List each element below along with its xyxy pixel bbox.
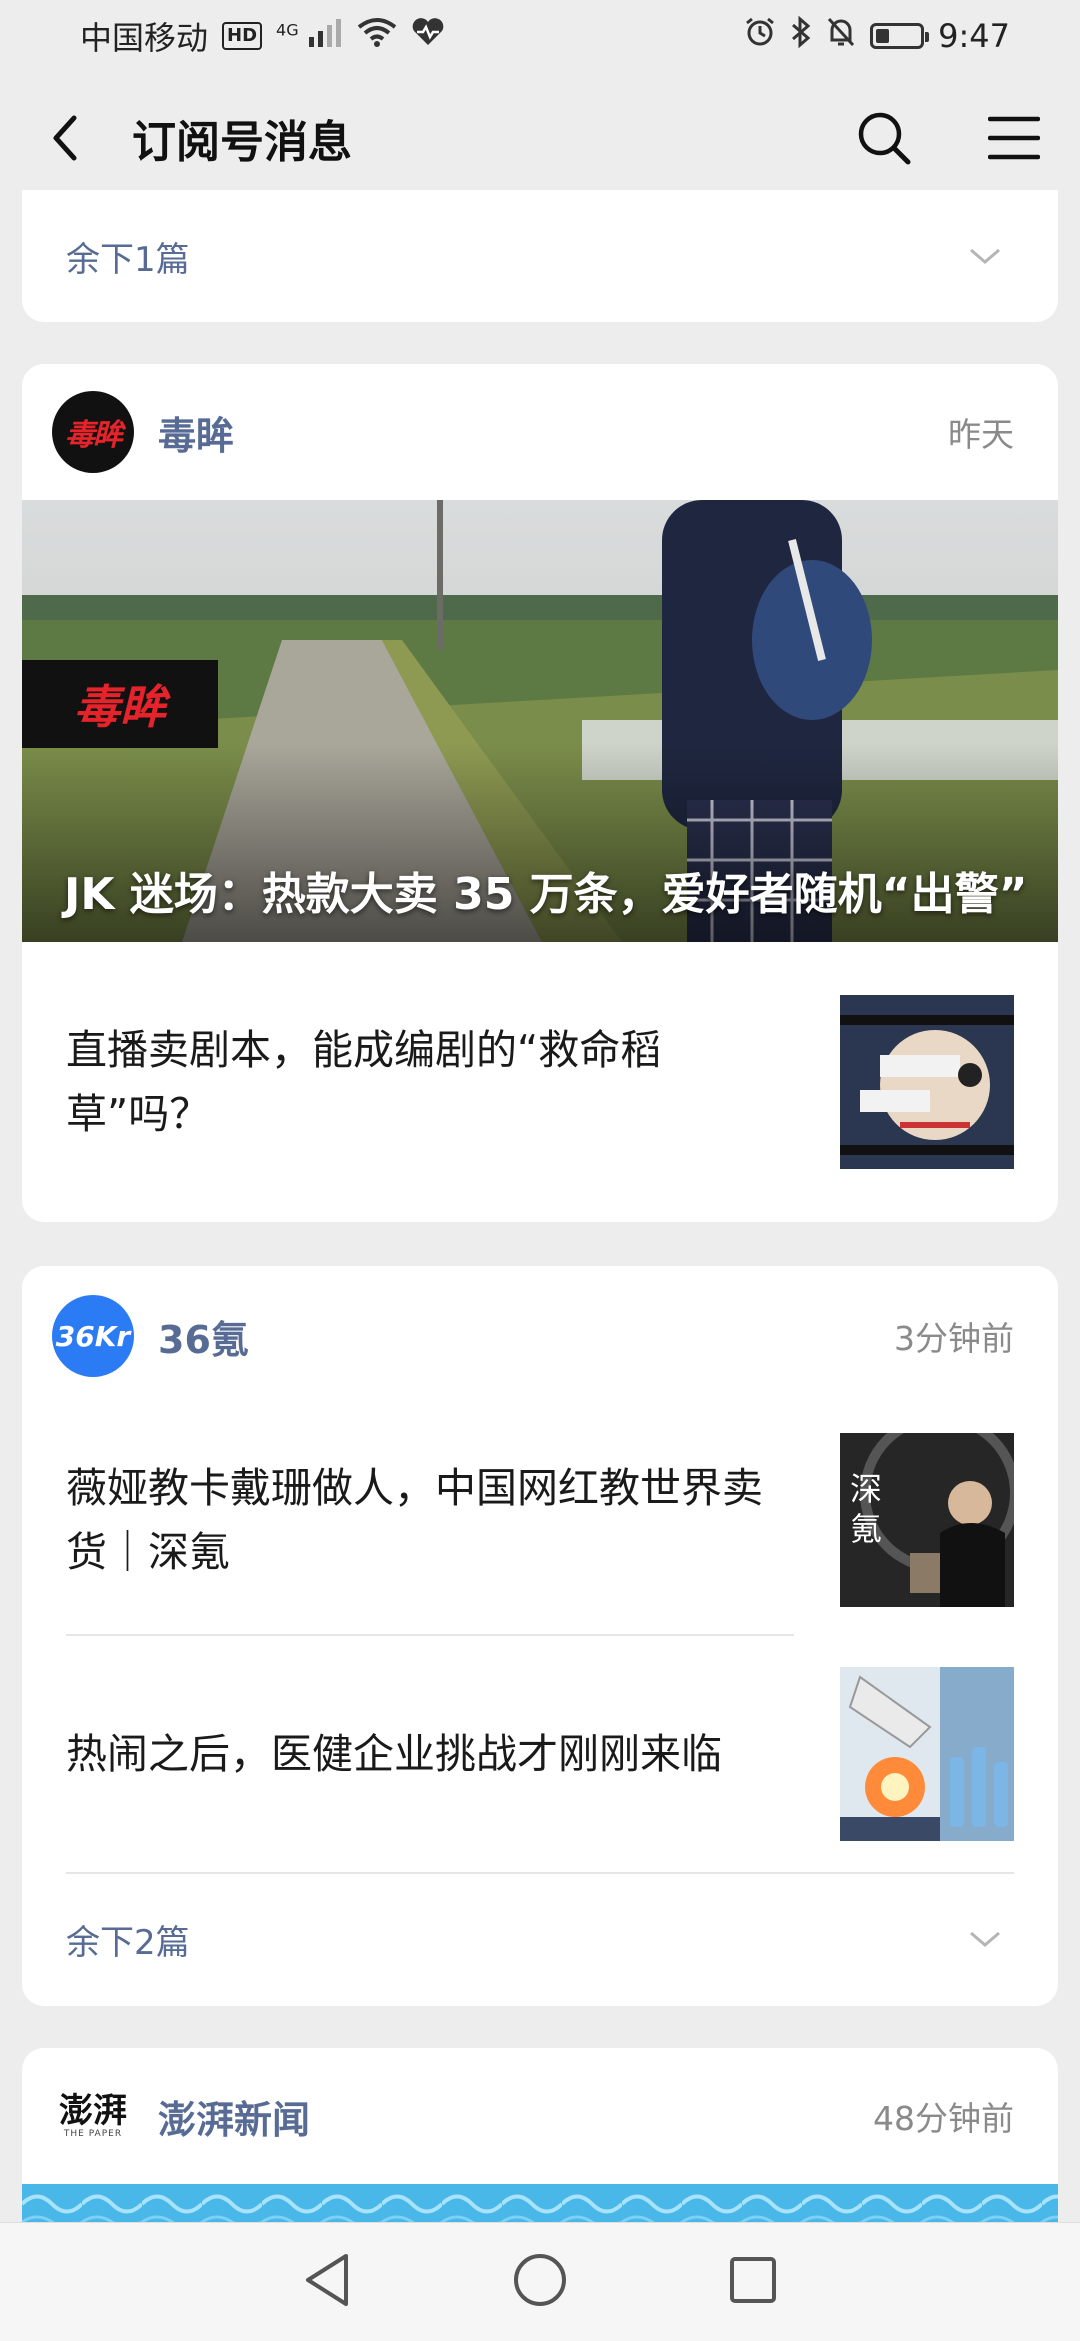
account-name: 36氪 xyxy=(158,1317,249,1362)
article-item[interactable]: 薇娅教卡戴珊做人，中国网红教世界卖货｜深氪 深氪 xyxy=(22,1406,1058,1634)
status-left: 中国移动 HD 4G xyxy=(80,13,445,59)
hero-title: JK 迷场：热款大卖 35 万条，爱好者随机“出警” xyxy=(64,869,1028,920)
post-time: 48分钟前 xyxy=(873,2099,1014,2138)
account-name: 澎湃新闻 xyxy=(158,2097,311,2142)
more-articles-label: 余下2篇 xyxy=(66,1922,190,1963)
avatar-text: 36Kr xyxy=(55,1319,131,1353)
health-heart-icon xyxy=(411,17,445,55)
account-name: 毒眸 xyxy=(158,413,235,458)
article-thumbnail xyxy=(840,995,1014,1169)
status-bar: 中国移动 HD 4G 9:47 xyxy=(0,0,1080,72)
previous-card: 余下1篇 xyxy=(22,190,1058,322)
article-item[interactable]: 直播卖剧本，能成编剧的“救命稻草”吗？ xyxy=(22,942,1058,1222)
carrier-label: 中国移动 xyxy=(80,19,209,57)
avatar-text: 毒眸 xyxy=(65,418,123,453)
account-header[interactable]: 澎湃 THE PAPER 澎湃新闻 48分钟前 xyxy=(22,2048,1058,2184)
alarm-icon xyxy=(744,16,776,56)
system-nav-bar xyxy=(0,2222,1080,2341)
more-articles-label: 余下1篇 xyxy=(66,239,190,280)
account-header[interactable]: 36Kr 36氪 3分钟前 xyxy=(22,1266,1058,1406)
menu-button[interactable] xyxy=(982,106,1046,170)
avatar: 澎湃 THE PAPER xyxy=(52,2075,134,2157)
mute-bell-icon xyxy=(826,16,856,56)
back-arrow-icon xyxy=(53,115,77,161)
circle-home-icon xyxy=(514,2254,566,2306)
status-right: 9:47 xyxy=(744,15,1010,56)
avatar: 毒眸 xyxy=(52,391,134,473)
hero-logo-badge: 毒眸 xyxy=(22,660,218,748)
search-icon xyxy=(858,112,911,165)
nav-bar: 订阅号消息 xyxy=(0,72,1080,204)
hd-badge: HD xyxy=(222,22,263,50)
chevron-down-icon xyxy=(970,1931,1000,1947)
menu-icon xyxy=(988,116,1040,160)
search-button[interactable] xyxy=(852,106,916,170)
hero-article[interactable]: 毒眸 JK 迷场：热款大卖 35 万条，爱好者随机“出警” xyxy=(22,500,1058,942)
account-header[interactable]: 毒眸 毒眸 昨天 xyxy=(22,364,1058,500)
network-type: 4G xyxy=(276,20,299,40)
clock-time: 9:47 xyxy=(938,17,1010,55)
battery-level xyxy=(876,29,889,43)
article-title: 直播卖剧本，能成编剧的“救命稻草”吗？ xyxy=(66,1026,662,1138)
square-recents-icon xyxy=(730,2257,776,2303)
post-time: 3分钟前 xyxy=(894,1319,1014,1358)
signal-icon: 4G xyxy=(276,17,343,55)
article-thumbnail: 深氪 xyxy=(840,1433,1014,1607)
article-item[interactable]: 热闹之后，医健企业挑战才刚刚来临 xyxy=(22,1636,1058,1872)
chevron-down-icon xyxy=(970,248,1000,264)
avatar: 36Kr xyxy=(52,1295,134,1377)
thumbnail-label: 深氪 xyxy=(850,1470,883,1548)
system-home-button[interactable] xyxy=(512,2252,568,2312)
article-thumbnail xyxy=(840,1667,1014,1841)
article-title: 薇娅教卡戴珊做人，中国网红教世界卖货｜深氪 xyxy=(66,1464,763,1576)
wifi-icon xyxy=(357,17,397,55)
expand-more-row[interactable]: 余下2篇 xyxy=(22,1874,1058,2004)
triangle-back-icon xyxy=(306,2254,348,2306)
bluetooth-icon xyxy=(790,15,812,56)
system-recents-button[interactable] xyxy=(728,2255,778,2309)
back-button[interactable] xyxy=(34,106,98,170)
system-back-button[interactable] xyxy=(302,2252,352,2312)
expand-more-row[interactable]: 余下1篇 xyxy=(22,190,1058,322)
avatar-text: 澎湃 xyxy=(59,2091,127,2131)
avatar-subtext: THE PAPER xyxy=(63,2129,123,2139)
page-title: 订阅号消息 xyxy=(132,117,352,168)
post-time: 昨天 xyxy=(948,415,1014,454)
article-title: 热闹之后，医健企业挑战才刚刚来临 xyxy=(66,1730,722,1778)
account-card-dumou: 毒眸 毒眸 昨天 毒眸 JK 迷场：热款大卖 35 万条，爱好者随机“出警” 直… xyxy=(22,364,1058,1222)
battery-icon xyxy=(870,23,930,49)
account-card-36kr: 36Kr 36氪 3分钟前 薇娅教卡戴珊做人，中国网红教世界卖货｜深氪 深氪 热… xyxy=(22,1266,1058,2006)
